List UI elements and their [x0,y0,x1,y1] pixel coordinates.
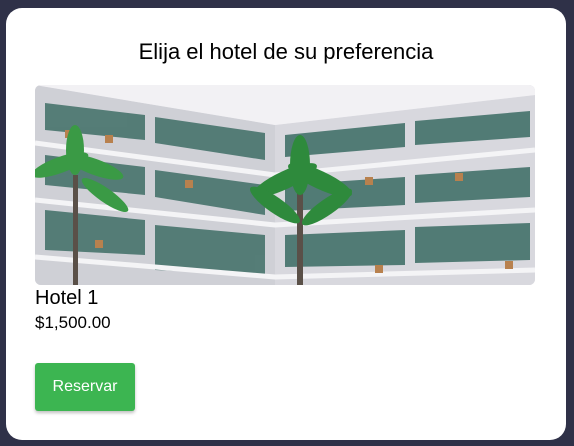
page-title: Elija el hotel de su preferencia [138,39,434,64]
hotel-price: $1,500.00 [35,313,111,332]
hotel-photo [35,85,535,285]
reserve-button[interactable]: Reservar [35,363,135,411]
hotel-card: Elija el hotel de su preferencia Hotel 1… [6,8,566,440]
hotel-name: Hotel 1 [35,287,99,309]
